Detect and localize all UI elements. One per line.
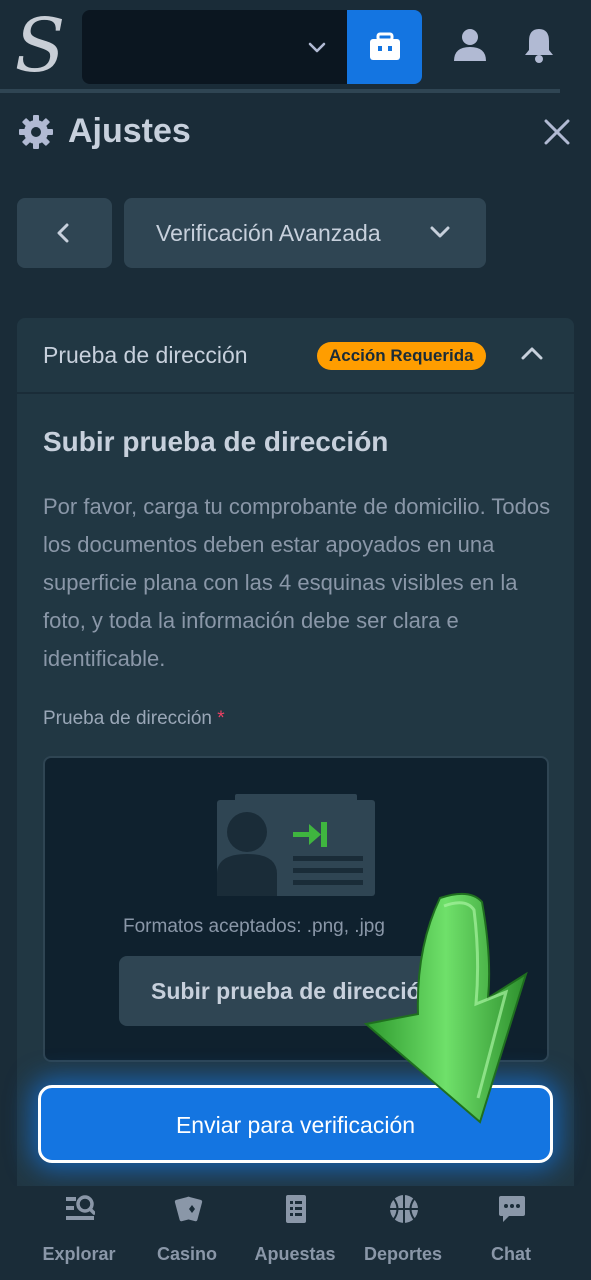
bell-icon[interactable] bbox=[520, 26, 558, 64]
nav-item-casino[interactable]: Casino bbox=[137, 1194, 237, 1274]
betslip-icon bbox=[286, 1195, 306, 1223]
basketball-icon bbox=[390, 1195, 418, 1223]
nav-item-chat[interactable]: Chat bbox=[461, 1194, 561, 1274]
modal-title: Ajustes bbox=[68, 112, 191, 150]
chevron-down-icon bbox=[430, 226, 450, 238]
accepted-formats: Formatos aceptados: .png, .jpg bbox=[123, 916, 385, 937]
card-description: Por favor, carga tu comprobante de domic… bbox=[43, 494, 551, 671]
nav-item-deportes[interactable]: Deportes bbox=[353, 1194, 453, 1274]
chat-icon bbox=[499, 1196, 525, 1222]
wallet-icon bbox=[370, 32, 400, 60]
id-card-icon bbox=[217, 794, 375, 896]
top-bar: S bbox=[0, 0, 591, 96]
currency-selector[interactable] bbox=[82, 10, 348, 84]
nav-label: Casino bbox=[156, 1244, 217, 1264]
nav-item-apuestas[interactable]: Apuestas bbox=[245, 1194, 345, 1274]
card-header-label: Prueba de dirección bbox=[43, 342, 248, 368]
status-badge: Acción Requerida bbox=[317, 342, 486, 370]
chevron-down-icon bbox=[308, 42, 326, 53]
chevron-left-icon bbox=[57, 223, 69, 243]
close-icon[interactable] bbox=[543, 118, 571, 146]
field-label-text: Prueba de dirección bbox=[43, 708, 212, 729]
back-button[interactable] bbox=[17, 198, 112, 268]
card-title: Subir prueba de dirección bbox=[43, 426, 389, 457]
field-label: Prueba de dirección * bbox=[43, 708, 225, 730]
nav-label: Deportes bbox=[363, 1244, 443, 1264]
logo[interactable]: S bbox=[10, 6, 70, 86]
gear-icon bbox=[19, 115, 53, 149]
chevron-up-icon[interactable] bbox=[521, 344, 543, 362]
section-dropdown-label: Verificación Avanzada bbox=[156, 220, 381, 246]
nav-label: Apuestas bbox=[254, 1244, 336, 1264]
wallet-button[interactable] bbox=[347, 10, 422, 84]
required-mark: * bbox=[217, 708, 225, 729]
bottom-nav: Explorar Casino Apuestas Deportes Chat bbox=[0, 1186, 591, 1280]
arrow-down-icon bbox=[363, 892, 528, 1124]
cards-icon bbox=[174, 1196, 203, 1222]
card-header[interactable]: Prueba de dirección Acción Requerida bbox=[17, 318, 574, 394]
top-divider bbox=[0, 89, 560, 93]
user-icon[interactable] bbox=[451, 26, 489, 64]
nav-label: Explorar bbox=[42, 1244, 116, 1264]
explore-icon bbox=[66, 1195, 95, 1220]
nav-label: Chat bbox=[491, 1244, 531, 1264]
section-dropdown[interactable]: Verificación Avanzada bbox=[124, 198, 486, 268]
nav-item-explorar[interactable]: Explorar bbox=[29, 1194, 129, 1274]
